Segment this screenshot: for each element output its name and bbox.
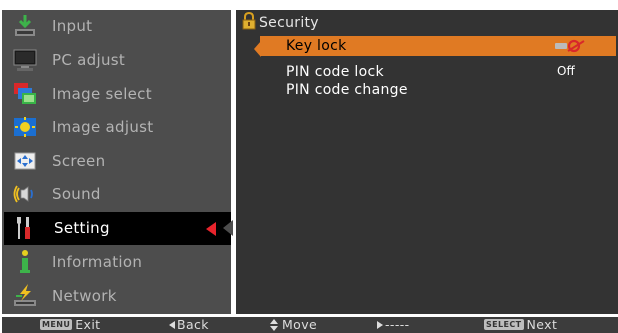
sidebar-item-label: Information [52, 253, 143, 271]
help-exit: MENU Exit [40, 317, 101, 333]
image-adjust-icon [14, 117, 36, 137]
sidebar-item-information[interactable]: Information [2, 246, 231, 279]
sidebar-item-setting[interactable]: Setting [4, 212, 233, 245]
help-right: ----- [377, 317, 410, 333]
image-select-icon [14, 83, 36, 104]
menu-key-icon: MENU [40, 319, 73, 330]
sidebar-item-label: Network [52, 287, 117, 305]
panel-title: Security [259, 15, 319, 31]
pc-adjust-icon [13, 49, 37, 71]
help-next: SELECT Next [484, 317, 557, 333]
selected-marker-icon [206, 222, 216, 236]
information-icon [20, 250, 30, 273]
screen-icon [14, 152, 36, 170]
sidebar-item-label: PC adjust [52, 51, 126, 69]
sidebar-item-label: Screen [52, 152, 106, 170]
sidebar-item-pc-adjust[interactable]: PC adjust [2, 44, 231, 77]
help-move: Move [270, 317, 317, 333]
right-arrow-icon [377, 320, 383, 329]
left-arrow-icon [169, 320, 175, 329]
sidebar-item-sound[interactable]: Sound [2, 178, 231, 211]
sidebar-item-label: Image select [52, 85, 152, 103]
help-exit-label: Exit [75, 317, 101, 332]
menu-row-label: PIN code lock [286, 64, 384, 80]
sidebar-item-screen[interactable]: Screen [2, 145, 231, 178]
sidebar-pointer [223, 220, 233, 236]
setting-icon [17, 217, 30, 239]
up-down-arrow-icon [270, 318, 279, 331]
projector-menu-screen: Input PC adjust Image select Image adjus… [0, 0, 618, 333]
menu-row-label: PIN code change [286, 82, 408, 98]
security-panel: Security Key lock PIN code lock Off PIN … [236, 10, 618, 314]
help-next-label: Next [526, 317, 558, 332]
sidebar-item-label: Image adjust [52, 118, 154, 136]
sidebar-item-network[interactable]: Network [2, 280, 231, 313]
help-bar: MENU Exit Back Move ----- SELECT Next [2, 317, 618, 333]
help-back-label: Back [177, 317, 209, 332]
menu-row-key-lock[interactable]: Key lock [260, 36, 616, 56]
sidebar-item-image-select[interactable]: Image select [2, 78, 231, 111]
select-key-icon: SELECT [484, 319, 524, 330]
help-back: Back [169, 317, 209, 333]
sidebar-item-label: Input [52, 17, 93, 35]
sound-icon [13, 185, 33, 203]
key-lock-status-icon [555, 39, 585, 53]
menu-row-pin-code-lock[interactable]: PIN code lock Off [260, 62, 616, 82]
sidebar-menu: Input PC adjust Image select Image adjus… [2, 10, 233, 314]
sidebar-item-image-adjust[interactable]: Image adjust [2, 111, 231, 144]
lock-icon [242, 12, 256, 30]
sidebar-item-label: Sound [52, 185, 101, 203]
menu-row-pin-code-change[interactable]: PIN code change [260, 80, 616, 100]
sidebar-item-input[interactable]: Input [2, 10, 231, 43]
help-right-label: ----- [385, 317, 410, 332]
menu-row-label: Key lock [286, 38, 347, 54]
sidebar-item-label: Setting [54, 219, 110, 237]
menu-row-value: Off [557, 64, 575, 78]
input-icon [15, 15, 35, 36]
help-move-label: Move [282, 317, 318, 332]
network-icon [14, 284, 36, 306]
